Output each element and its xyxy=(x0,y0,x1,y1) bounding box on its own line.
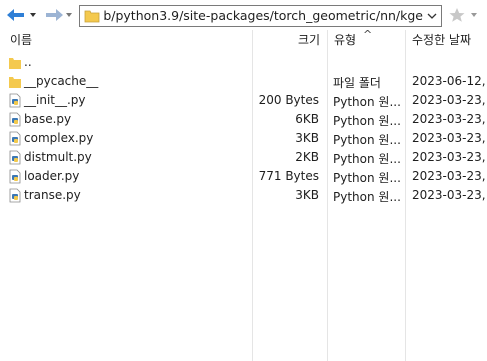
python-file-icon xyxy=(9,188,21,203)
column-date[interactable]: 수정한 날짜 xyxy=(412,30,471,52)
list-item[interactable]: distmult.py 2KB Python 원... 2023-03-23, … xyxy=(0,148,487,167)
file-type: 파일 폴더 xyxy=(333,76,381,90)
list-item[interactable]: base.py 6KB Python 원... 2023-03-23, . xyxy=(0,110,487,129)
column-size[interactable]: 크기 xyxy=(298,30,320,52)
list-item-parent[interactable]: .. xyxy=(0,53,487,72)
list-item[interactable]: __pycache__ 파일 폴더 2023-06-12, . xyxy=(0,72,487,91)
file-date: 2023-06-12, . xyxy=(412,74,487,88)
file-name: distmult.py xyxy=(24,150,92,164)
file-list: .. __pycache__ 파일 폴더 2023-06-12, . __ini… xyxy=(0,53,487,205)
file-size: 3KB xyxy=(295,131,319,145)
folder-icon xyxy=(84,10,100,23)
python-file-icon xyxy=(9,112,21,127)
address-bar[interactable]: rs/PyG/lib/python3.9/site-packages/torch… xyxy=(79,5,442,27)
file-date: 2023-03-23, . xyxy=(412,150,487,164)
file-type: Python 원... xyxy=(333,114,401,128)
file-name: loader.py xyxy=(24,169,80,183)
file-name: complex.py xyxy=(24,131,94,145)
file-name: __init__.py xyxy=(24,93,86,107)
python-file-icon xyxy=(9,150,21,165)
file-type: Python 원... xyxy=(333,95,401,109)
file-date: 2023-03-23, . xyxy=(412,188,487,202)
python-file-icon xyxy=(9,93,21,108)
favorites-button[interactable] xyxy=(447,5,487,25)
list-item[interactable]: loader.py 771 Bytes Python 원... 2023-03-… xyxy=(0,167,487,186)
file-size: 200 Bytes xyxy=(258,93,319,107)
python-file-icon xyxy=(9,169,21,184)
file-size: 3KB xyxy=(295,188,319,202)
file-date: 2023-03-23, . xyxy=(412,93,487,107)
file-name: base.py xyxy=(24,112,72,126)
file-date: 2023-03-23, . xyxy=(412,112,487,126)
star-icon xyxy=(449,8,477,22)
folder-icon xyxy=(9,77,21,88)
file-type: Python 원... xyxy=(333,190,401,204)
column-name[interactable]: 이름 xyxy=(10,30,32,52)
toolbar: rs/PyG/lib/python3.9/site-packages/torch… xyxy=(0,0,487,30)
sort-indicator: ^ xyxy=(363,28,373,41)
column-header: 이름 크기 유형 ^ 수정한 날짜 xyxy=(0,28,487,52)
file-size: 2KB xyxy=(295,150,319,164)
forward-button[interactable] xyxy=(44,5,74,25)
file-name: .. xyxy=(24,55,32,69)
column-type[interactable]: 유형 xyxy=(334,30,356,52)
file-date: 2023-03-23, . xyxy=(412,169,487,183)
forward-arrow-icon xyxy=(46,9,72,21)
file-size: 6KB xyxy=(295,112,319,126)
file-size: 771 Bytes xyxy=(258,169,319,183)
list-item[interactable]: transe.py 3KB Python 원... 2023-03-23, . xyxy=(0,186,487,205)
file-type: Python 원... xyxy=(333,133,401,147)
file-type: Python 원... xyxy=(333,171,401,185)
file-name: transe.py xyxy=(24,188,81,202)
file-date: 2023-03-23, . xyxy=(412,131,487,145)
python-file-icon xyxy=(9,131,21,146)
chevron-down-icon[interactable] xyxy=(426,10,438,22)
back-arrow-icon xyxy=(7,9,36,21)
folder-icon xyxy=(9,58,21,69)
address-path: rs/PyG/lib/python3.9/site-packages/torch… xyxy=(104,8,423,23)
list-item[interactable]: complex.py 3KB Python 원... 2023-03-23, . xyxy=(0,129,487,148)
back-button[interactable] xyxy=(4,5,40,25)
file-type: Python 원... xyxy=(333,152,401,166)
list-item[interactable]: __init__.py 200 Bytes Python 원... 2023-0… xyxy=(0,91,487,110)
file-name: __pycache__ xyxy=(24,74,99,88)
